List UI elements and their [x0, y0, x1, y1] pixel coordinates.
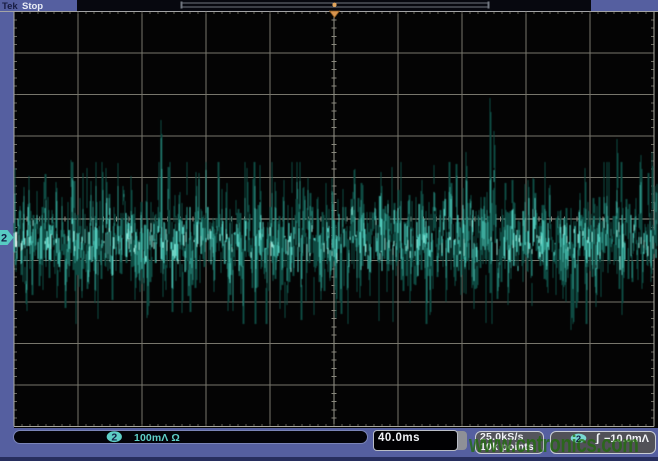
svg-text:2: 2 — [111, 432, 117, 444]
svg-text:2: 2 — [1, 233, 7, 245]
